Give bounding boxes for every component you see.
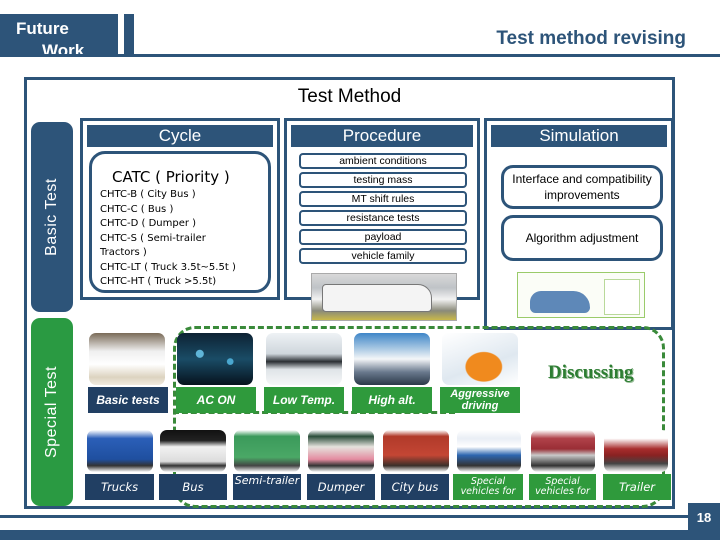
cycle-item: CHTC-S ( Semi-trailer <box>100 232 206 244</box>
semi-trailer-image <box>234 430 300 472</box>
procedure-heading: Procedure <box>291 125 473 147</box>
dumper-label: Dumper <box>307 474 375 500</box>
cycle-column: Cycle CATC ( Priority ) CHTC-B ( City Bu… <box>80 118 280 300</box>
simulation-item: Algorithm adjustment <box>501 215 663 261</box>
section-tab: Future Work <box>0 14 118 56</box>
discussing-label: Discussing <box>548 362 634 383</box>
procedure-item: resistance tests <box>299 210 467 226</box>
city-bus-label: City bus <box>381 474 449 500</box>
semi-trailer-label: Semi-trailer <box>233 474 301 500</box>
simulation-screenshot <box>517 272 645 318</box>
cycle-heading: Cycle <box>87 125 273 147</box>
cycle-item: CHTC-C ( Bus ) <box>100 203 174 215</box>
page-number: 18 <box>688 503 720 533</box>
special-vehicles-2-image <box>531 430 595 472</box>
special-vehicles-2-label: Special vehicles for <box>529 474 596 500</box>
car-image <box>530 291 590 313</box>
trailer-image <box>604 430 668 472</box>
special-vehicles-1-label: Special vehicles for <box>453 474 523 500</box>
procedure-item: ambient conditions <box>299 153 467 169</box>
footer-divider <box>0 515 720 518</box>
cycle-list-box: CATC ( Priority ) CHTC-B ( City Bus ) CH… <box>89 151 271 293</box>
cycle-item: CHTC-D ( Dumper ) <box>100 218 197 229</box>
procedure-item: MT shift rules <box>299 191 467 207</box>
procedure-list: ambient conditions testing mass MT shift… <box>299 153 467 267</box>
low-temp-image <box>266 333 342 385</box>
trucks-label: Trucks <box>85 474 154 500</box>
procedure-item: payload <box>299 229 467 245</box>
bus-label: Bus <box>159 474 227 500</box>
basic-test-text: Basic Test <box>43 178 60 256</box>
chart-panel <box>604 279 640 315</box>
cycle-item: CHTC-HT ( Truck >5.5t) <box>100 276 217 287</box>
footer-bar <box>0 530 720 540</box>
dumper-image <box>308 430 374 472</box>
simulation-heading: Simulation <box>491 125 667 147</box>
bus-shape <box>322 284 432 312</box>
procedure-column: Procedure ambient conditions testing mas… <box>284 118 480 321</box>
trailer-label: Trailer <box>603 474 671 500</box>
header-divider <box>0 54 720 57</box>
trucks-image <box>87 430 153 472</box>
test-method-title: Test Method <box>297 86 402 107</box>
procedure-item: testing mass <box>299 172 467 188</box>
ac-on-image <box>177 333 253 385</box>
cycle-item: Tractors ) <box>100 247 147 258</box>
basic-tests-image <box>89 333 165 385</box>
low-temp-label: Low Temp. <box>264 387 344 413</box>
city-bus-image <box>383 430 449 472</box>
high-alt-label: High alt. <box>352 387 432 413</box>
aggressive-driving-image <box>442 333 518 385</box>
catc-priority: CATC ( Priority ) <box>112 168 230 186</box>
special-test-label: Special Test <box>31 318 73 506</box>
bus-dyno-photo <box>311 273 457 321</box>
cycle-item: CHTC-LT ( Truck 3.5t~5.5t ) <box>100 261 236 273</box>
ac-on-label: AC ON <box>176 387 256 413</box>
special-test-text: Special Test <box>43 366 60 458</box>
basic-test-label: Basic Test <box>31 122 73 312</box>
procedure-item: vehicle family <box>299 248 467 264</box>
bus-image <box>160 430 226 472</box>
header-accent-bar <box>124 14 134 56</box>
aggressive-driving-label: Aggressive driving <box>440 387 520 413</box>
simulation-column: Simulation Interface and compatibility i… <box>484 118 674 330</box>
simulation-item: Interface and compatibility improvements <box>501 165 663 209</box>
slide-title: Test method revising <box>496 28 686 49</box>
cycle-item: CHTC-B ( City Bus ) <box>100 189 196 200</box>
high-alt-image <box>354 333 430 385</box>
section-tab-line1: Future <box>16 19 69 38</box>
special-vehicles-1-image <box>457 430 521 472</box>
basic-tests-label: Basic tests <box>88 387 168 413</box>
